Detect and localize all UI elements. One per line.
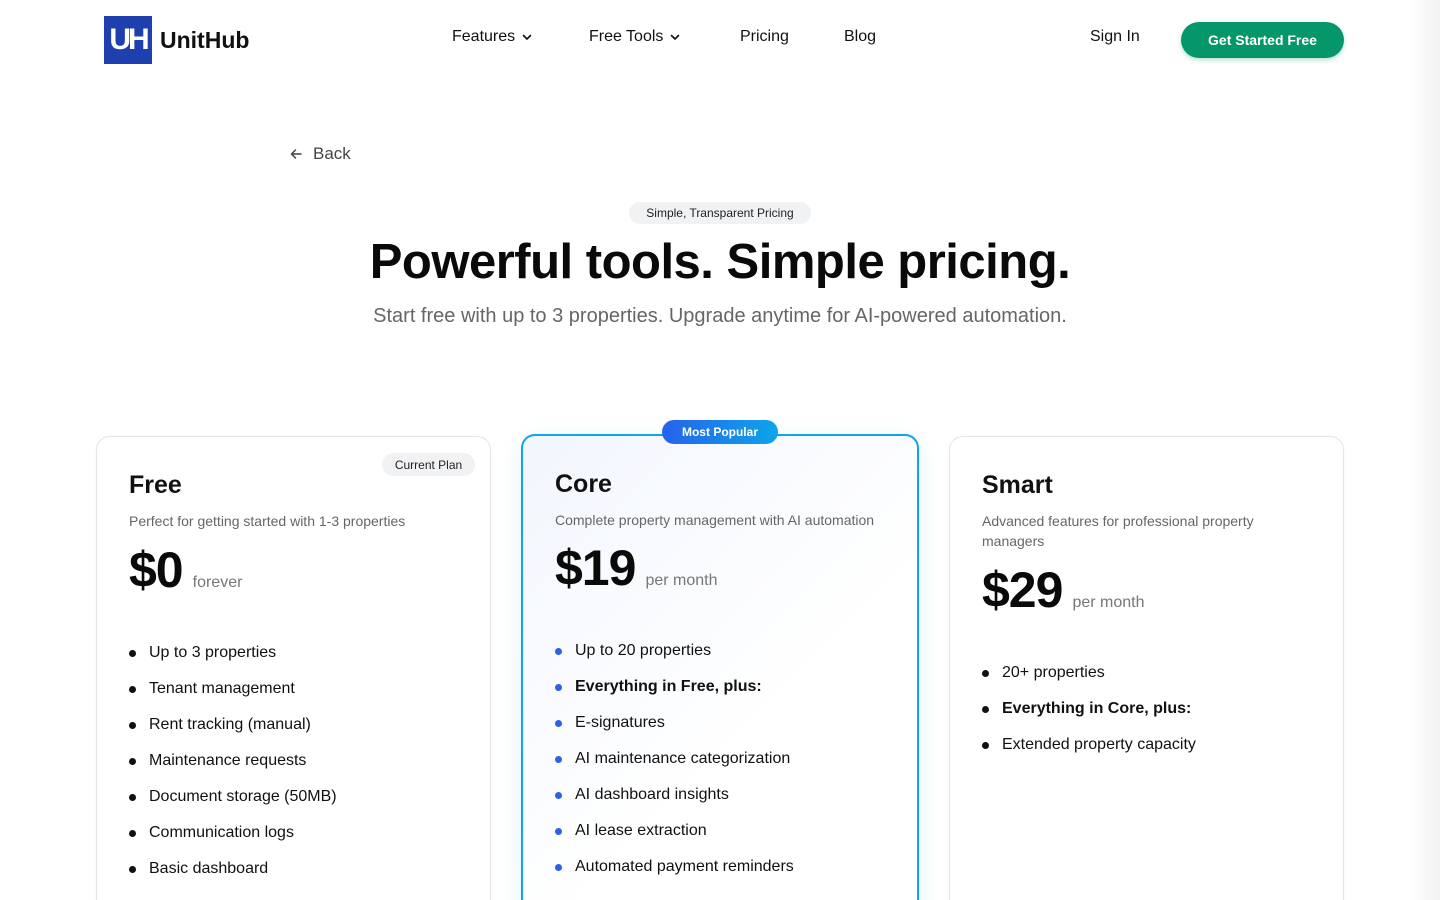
plan-feature-list: Up to 3 properties Tenant management Rent … (129, 635, 337, 887)
sign-in-link[interactable]: Sign In (1090, 28, 1140, 46)
plan-feature-item: Tenant management (129, 671, 337, 707)
plan-feature-text: Up to 20 properties (575, 642, 712, 659)
plan-feature-item: Everything in Free, plus: (555, 669, 794, 705)
bullet-dot-icon (129, 685, 136, 693)
plan-feature-text: Rent tracking (manual) (149, 716, 311, 733)
chevron-down-icon (522, 34, 532, 40)
bullet-dot-icon (555, 791, 562, 799)
plan-feature-item: AI lease extraction (555, 813, 794, 849)
plan-feature-item: Everything in Core, plus: (982, 691, 1196, 727)
nav-features-label: Features (452, 28, 516, 45)
plan-period: forever (192, 574, 243, 591)
arrow-left-icon (290, 149, 302, 159)
chevron-down-icon (671, 34, 680, 40)
most-popular-badge: Most Popular (662, 420, 778, 444)
bullet-dot-icon (982, 741, 989, 749)
plan-price-row: $29 per month (982, 561, 1144, 619)
bullet-dot-icon (129, 793, 136, 801)
nav-blog[interactable]: Blog (844, 28, 904, 46)
plan-feature-text: Maintenance requests (149, 752, 307, 769)
bullet-dot-icon (129, 757, 136, 765)
plan-description: Perfect for getting started with 1-3 pro… (129, 513, 406, 529)
plan-feature-item: Basic dashboard (129, 851, 337, 887)
nav-blog-label: Blog (844, 28, 877, 45)
plan-feature-item: AI maintenance categorization (555, 741, 794, 777)
logo-mark: UH (104, 16, 152, 64)
bullet-dot-icon (982, 669, 989, 677)
plan-feature-list: 20+ properties Everything in Core, plus: E… (982, 655, 1196, 763)
bullet-dot-icon (555, 719, 562, 727)
site-header: UH UnitHub Features Free Tools Pricing B… (0, 0, 1440, 80)
plan-feature-list: Up to 20 properties Everything in Free, p… (555, 633, 794, 885)
plan-period: per month (1072, 594, 1145, 611)
plan-feature-item: Automated payment reminders (555, 849, 794, 885)
plan-feature-text: Basic dashboard (149, 860, 269, 877)
bullet-dot-icon (982, 705, 989, 713)
bullet-dot-icon (555, 863, 562, 871)
plan-feature-item: Communication logs (129, 815, 337, 851)
plan-feature-text: Communication logs (149, 824, 294, 841)
nav-pricing-label: Pricing (740, 28, 789, 45)
plan-feature-text: Tenant management (149, 680, 295, 697)
plan-price-row: $19 per month (555, 539, 717, 597)
right-edge-shade (1410, 0, 1440, 900)
plan-price: $19 (555, 540, 636, 596)
plan-card-core: Core Complete property management with A… (521, 434, 919, 900)
page-title: Powerful tools. Simple pricing. (369, 235, 1071, 289)
plan-feature-text: AI maintenance categorization (575, 750, 791, 767)
pricing-eyebrow-badge: Simple, Transparent Pricing (629, 202, 811, 224)
plan-feature-text: Everything in Core, plus: (1002, 700, 1192, 717)
bullet-dot-icon (555, 755, 562, 763)
back-label: Back (313, 144, 351, 163)
plan-feature-text: AI dashboard insights (575, 786, 729, 803)
bullet-dot-icon (555, 827, 562, 835)
bullet-dot-icon (129, 721, 136, 729)
plan-feature-text: Extended property capacity (1002, 736, 1196, 753)
plan-period: per month (645, 572, 718, 589)
nav-pricing[interactable]: Pricing (740, 28, 820, 46)
plan-feature-item: Up to 3 properties (129, 635, 337, 671)
bullet-dot-icon (555, 683, 562, 691)
logo-text: UnitHub (160, 26, 250, 53)
plan-feature-item: 20+ properties (982, 655, 1196, 691)
plan-name: Free (129, 471, 182, 499)
plan-feature-item: Rent tracking (manual) (129, 707, 337, 743)
plan-feature-text: AI lease extraction (575, 822, 707, 839)
plan-feature-item: Maintenance requests (129, 743, 337, 779)
plan-card-smart: Smart Advanced features for professional… (949, 436, 1344, 900)
plan-name: Smart (982, 471, 1053, 499)
plan-card-free: Current Plan Free Perfect for getting st… (96, 436, 491, 900)
plan-feature-item: E-signatures (555, 705, 794, 741)
bullet-dot-icon (555, 647, 562, 655)
plan-description: Advanced features for professional prope… (982, 513, 1254, 549)
nav-free-tools[interactable]: Free Tools (589, 28, 709, 46)
bullet-dot-icon (129, 829, 136, 837)
bullet-dot-icon (129, 649, 136, 657)
plan-price: $29 (982, 562, 1063, 618)
nav-free-tools-label: Free Tools (589, 28, 664, 45)
plan-feature-text: Everything in Free, plus: (575, 678, 762, 695)
nav-features[interactable]: Features (452, 28, 572, 46)
get-started-button[interactable]: Get Started Free (1181, 22, 1344, 58)
plan-feature-item: Up to 20 properties (555, 633, 794, 669)
page-subtitle: Start free with up to 3 properties. Upgr… (373, 305, 1067, 327)
bullet-dot-icon (129, 865, 136, 873)
plan-feature-item: Extended property capacity (982, 727, 1196, 763)
plan-name: Core (555, 470, 612, 498)
plan-feature-text: E-signatures (575, 714, 665, 731)
plan-description: Complete property management with AI aut… (555, 512, 875, 528)
logo[interactable]: UH UnitHub (104, 16, 249, 64)
plan-feature-text: Document storage (50MB) (149, 788, 337, 805)
back-link[interactable]: Back (289, 144, 351, 164)
plan-price: $0 (129, 542, 184, 598)
current-plan-badge: Current Plan (382, 453, 475, 476)
plan-feature-text: 20+ properties (1002, 664, 1105, 681)
plan-feature-text: Up to 3 properties (149, 644, 277, 661)
plan-feature-item: Document storage (50MB) (129, 779, 337, 815)
plan-feature-text: Automated payment reminders (575, 858, 794, 875)
plan-price-row: $0 forever (129, 541, 242, 599)
plan-feature-item: AI dashboard insights (555, 777, 794, 813)
